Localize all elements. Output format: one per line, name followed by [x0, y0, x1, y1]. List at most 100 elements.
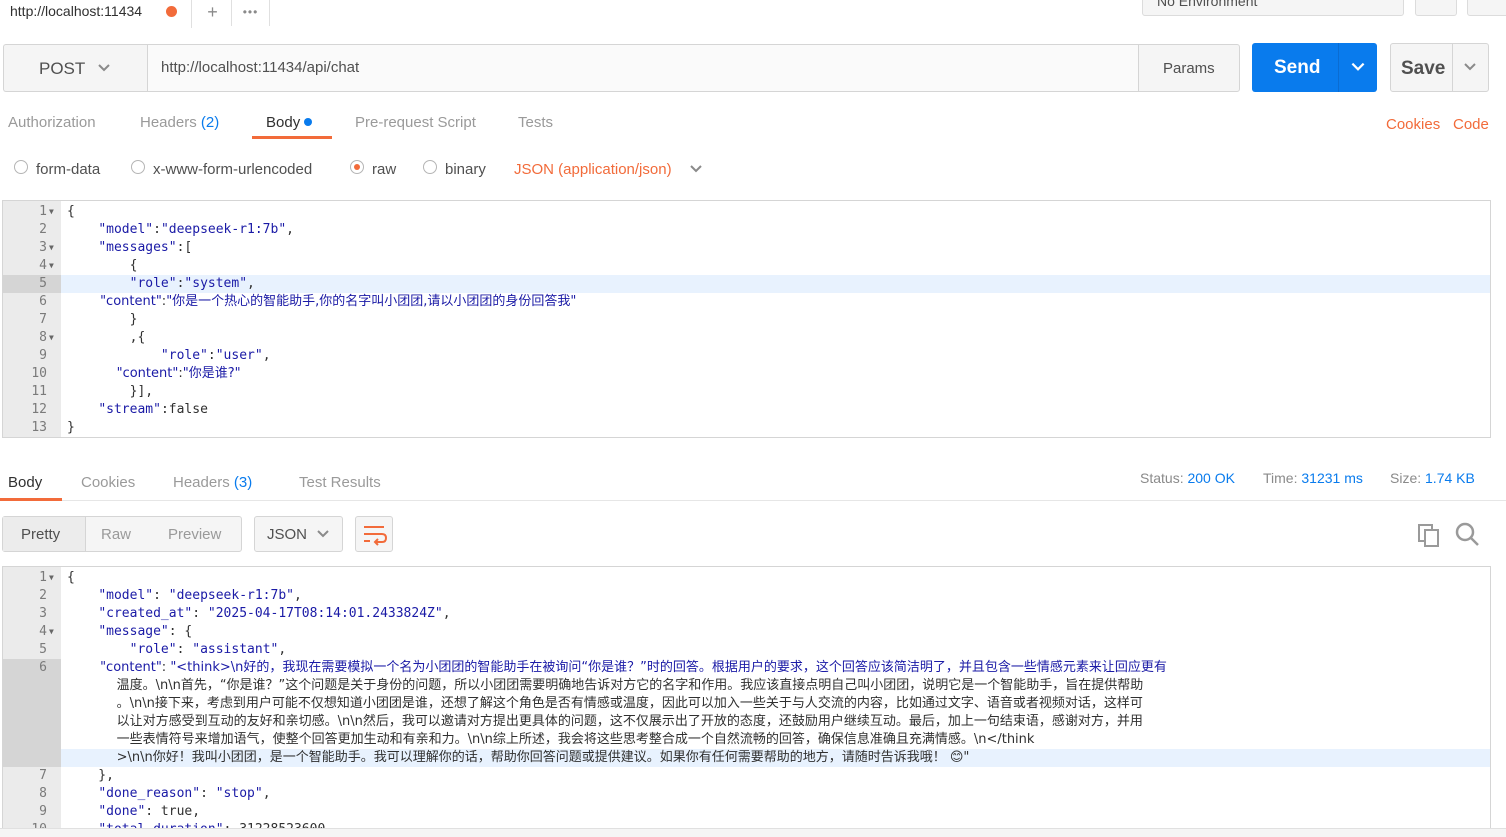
line-number: 6 — [39, 294, 47, 309]
environment-select[interactable]: No Environment — [1142, 0, 1404, 16]
view-pretty-button[interactable]: Pretty — [21, 526, 60, 543]
code-line: 6 "content":"你是一个热心的智能助手,你的名字叫小团团,请以小团团的… — [3, 293, 1483, 311]
tab-body[interactable]: Body — [266, 114, 313, 138]
code-text: >\n\n你好！我叫小团团，是一个智能助手。我可以理解你的话，帮助你回答问题或提… — [67, 750, 970, 765]
format-select[interactable]: JSON — [254, 516, 343, 552]
size-label: Size: — [1390, 470, 1422, 486]
eye-icon[interactable] — [1415, 0, 1457, 16]
url-input[interactable]: http://localhost:11434/api/chat — [147, 44, 1139, 92]
code-text: 一些表情符号来增加语气，使整个回答更加生动和有亲和力。\n\n综上所述，我会将这… — [67, 732, 1035, 747]
code-text: "model": "deepseek-r1:7b", — [98, 588, 302, 603]
cookies-link[interactable]: Cookies — [1386, 116, 1440, 133]
radio-label: form-data — [36, 161, 101, 178]
code-line: 3 "created_at": "2025-04-17T08:14:01.243… — [3, 605, 1483, 623]
status-label: Status: — [1140, 470, 1184, 486]
fold-arrow-icon[interactable]: ▼ — [49, 203, 54, 221]
fold-arrow-icon[interactable]: ▼ — [49, 569, 54, 587]
more-tabs-button[interactable]: ••• — [232, 0, 270, 26]
code-text: }, — [67, 768, 114, 783]
response-body-viewer[interactable]: 1 ▼{2 "model": "deepseek-r1:7b", 3 "create… — [2, 566, 1491, 828]
response-tab-test-results[interactable]: Test Results — [299, 474, 381, 491]
code-link[interactable]: Code — [1453, 116, 1489, 133]
fold-arrow-icon[interactable]: ▼ — [49, 257, 54, 275]
fold-arrow-icon[interactable]: ▼ — [49, 239, 54, 257]
time-label: Time: — [1263, 470, 1298, 486]
gear-icon[interactable] — [1467, 0, 1506, 16]
code-text: 以让对方感受到互动的友好和亲切感。\n\n然后，我可以邀请对方提出更具体的问题，… — [67, 714, 1143, 729]
line-number: 4 — [39, 624, 47, 639]
code-text: { — [67, 258, 138, 273]
response-tab-body[interactable]: Body — [8, 474, 42, 491]
new-tab-button[interactable]: + — [194, 0, 232, 26]
method-select[interactable]: POST — [3, 44, 147, 92]
tab-headers[interactable]: Headers (2) — [140, 114, 219, 138]
chevron-down-icon[interactable] — [1349, 58, 1367, 76]
code-text: } — [67, 312, 138, 327]
active-tab-underline — [252, 136, 332, 139]
view-mode-group: Pretty Raw Preview — [2, 516, 242, 552]
code-line: 8 "done_reason": "stop", — [3, 785, 1483, 803]
code-line: 1 ▼ { — [3, 569, 1483, 587]
view-preview-button[interactable]: Preview — [168, 526, 221, 543]
unsaved-dot-icon — [166, 6, 177, 17]
code-line: 12 "stream":false — [3, 401, 1483, 419]
fold-arrow-icon[interactable]: ▼ — [49, 623, 54, 641]
code-text: } — [67, 420, 75, 435]
line-number: 11 — [31, 384, 47, 399]
code-line: 9 "done": true, — [3, 803, 1483, 821]
tab-authorization[interactable]: Authorization — [8, 114, 96, 138]
line-number: 7 — [39, 768, 47, 783]
size-value: 1.74 KB — [1425, 470, 1475, 486]
line-number: 1 — [39, 204, 47, 219]
send-label: Send — [1274, 57, 1321, 78]
code-text: ,{ — [67, 330, 146, 345]
code-text: "content":"你是一个热心的智能助手,你的名字叫小团团,请以小团团的身份… — [100, 294, 577, 309]
search-icon[interactable] — [1454, 521, 1480, 547]
format-label: JSON — [267, 526, 308, 543]
radio-label: raw — [372, 161, 397, 178]
code-text: 。\n\n接下来，考虑到用户可能不仅想知道小团团是谁，还想了解这个角色是否有情感… — [67, 696, 1143, 711]
tab-pre-request-script[interactable]: Pre-request Script — [355, 114, 476, 138]
params-button[interactable]: Params — [1138, 44, 1240, 92]
line-number: 9 — [39, 804, 47, 819]
save-label: Save — [1401, 58, 1446, 79]
code-line: 1 ▼ { — [3, 203, 1483, 221]
request-tab[interactable]: http://localhost:11434 — [0, 0, 192, 28]
code-line: 5 "role":"system", — [3, 275, 1483, 293]
tab-label: Headers — [173, 474, 230, 491]
content-type-select[interactable]: JSON (application/json) — [514, 161, 702, 178]
code-text: "stream":false — [98, 402, 208, 417]
params-label: Params — [1163, 60, 1215, 77]
tab-label: Body — [266, 114, 301, 131]
code-text: "total_duration": 31228523600, — [67, 821, 333, 828]
response-tab-cookies[interactable]: Cookies — [81, 474, 135, 491]
send-button[interactable]: Send — [1252, 43, 1377, 92]
code-line: 9 "role":"user", — [3, 347, 1483, 365]
code-text: "done": true, — [98, 804, 201, 819]
code-text: { — [67, 204, 75, 219]
code-line: 13} — [3, 419, 1483, 437]
request-body-editor[interactable]: 1 ▼{2 "model":"deepseek-r1:7b", 3 ▼ "messag… — [2, 200, 1491, 438]
tab-label: Headers — [140, 114, 197, 131]
tab-tests[interactable]: Tests — [518, 114, 553, 138]
status-bar — [0, 828, 1506, 837]
code-text: "created_at": "2025-04-17T08:14:01.24338… — [98, 606, 451, 621]
tab-label: Test Results — [299, 474, 381, 491]
code-text: "content": "<think>\n好的，我现在需要模拟一个名为小团团的智… — [100, 660, 1167, 675]
copy-icon[interactable] — [1416, 522, 1442, 548]
response-tab-headers[interactable]: Headers (3) — [173, 474, 252, 491]
time-readout: Time: 31231 ms — [1263, 470, 1363, 486]
wrap-lines-button[interactable] — [355, 516, 393, 552]
tab-label: Pre-request Script — [355, 114, 476, 131]
code-line: 11 }], — [3, 383, 1483, 401]
code-line: 4 ▼ "message": { — [3, 623, 1483, 641]
save-button[interactable]: Save — [1390, 43, 1489, 92]
view-raw-button[interactable]: Raw — [101, 526, 131, 543]
time-value: 31231 ms — [1301, 470, 1363, 486]
code-line: 一些表情符号来增加语气，使整个回答更加生动和有亲和力。\n\n综上所述，我会将这… — [3, 731, 1483, 749]
line-number: 3 — [39, 606, 47, 621]
chevron-down-icon[interactable] — [1462, 59, 1478, 75]
fold-arrow-icon[interactable]: ▼ — [49, 329, 54, 347]
code-line: 7 } — [3, 311, 1483, 329]
save-divider — [1452, 44, 1453, 91]
